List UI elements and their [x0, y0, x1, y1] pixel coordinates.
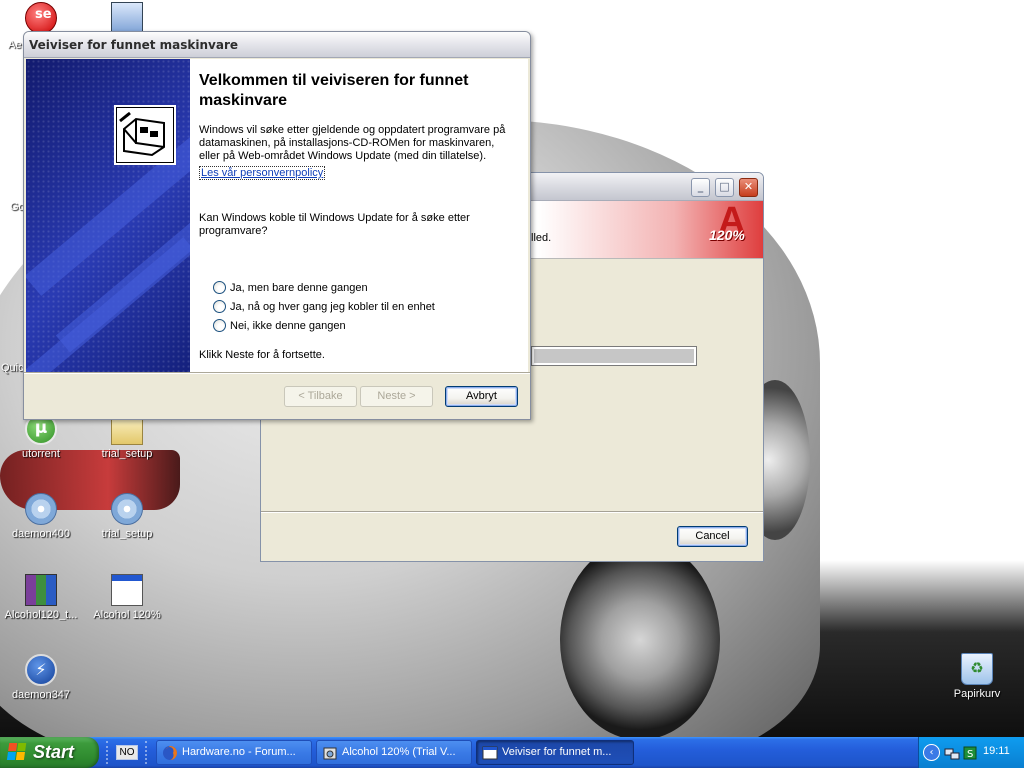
security-icon[interactable]: S — [962, 745, 978, 761]
desktop-icon-label: daemon400 — [11, 528, 71, 540]
alcohol-cancel-button[interactable]: Cancel — [677, 526, 748, 547]
divider — [261, 511, 763, 513]
desktop-icon-label: utorrent — [22, 448, 60, 460]
alcohol-120-logo: A 120% — [705, 200, 759, 256]
desktop-icon-label: Alcohol 120% — [93, 609, 161, 621]
desktop-icon-alcohol-archive[interactable]: Alcohol120_t... — [0, 574, 82, 621]
desktop-icon-utorrent[interactable]: utorrent — [0, 413, 82, 460]
network-icon[interactable] — [944, 745, 960, 761]
system-tray: ‹ S 19:11 — [918, 737, 1024, 768]
radio-button[interactable] — [213, 300, 226, 313]
toolbar-grip[interactable] — [145, 741, 148, 764]
radio-button[interactable] — [213, 281, 226, 294]
application-window-icon — [111, 574, 143, 606]
se-app-icon — [25, 2, 57, 34]
taskbar-button-label: Hardware.no - Forum... — [182, 746, 296, 758]
taskbar-button-firefox[interactable]: Hardware.no - Forum... — [156, 740, 312, 765]
radio-label: Ja, nå og hver gang jeg kobler til en en… — [230, 300, 435, 313]
daemon-tools-icon — [25, 493, 57, 525]
wizard-content: Velkommen til veiviseren for funnet mask… — [190, 59, 528, 372]
divider — [24, 372, 530, 374]
radio-label: Nei, ikke denne gangen — [230, 319, 346, 332]
partial-icon-label: Quic — [1, 362, 24, 374]
wizard-side-banner — [26, 59, 190, 372]
radio-option-yes-once[interactable]: Ja, men bare denne gangen — [213, 281, 368, 294]
hardware-card-glyph — [119, 111, 165, 157]
wizard-heading: Velkommen til veiviseren for funnet mask… — [199, 72, 469, 109]
flag-segment — [15, 752, 25, 760]
desktop-icon-daemon347[interactable]: daemon347 — [0, 654, 82, 701]
taskbar-button-alcohol[interactable]: Alcohol 120% (Trial V... — [316, 740, 472, 765]
flag-segment — [8, 743, 18, 751]
desktop-icon-label: daemon347 — [11, 689, 71, 701]
desktop-icon-label: Papirkurv — [953, 688, 1001, 700]
desktop-icon-label: trial_setup — [101, 448, 153, 460]
privacy-policy-link[interactable]: Les vår personvernpolicy — [199, 166, 326, 180]
radio-label: Ja, men bare denne gangen — [230, 281, 368, 294]
radio-button[interactable] — [213, 319, 226, 332]
clock[interactable]: 19:11 — [983, 745, 1010, 757]
found-new-hardware-wizard: Veiviser for funnet maskinvare Velkommen… — [23, 31, 531, 420]
winrar-archive-icon — [25, 574, 57, 606]
wizard-question-text: Kan Windows koble til Windows Update for… — [199, 212, 470, 237]
desktop-icon-recycle-bin[interactable]: Papirkurv — [936, 653, 1018, 700]
back-button[interactable]: < Tilbake — [284, 386, 357, 407]
install-progress-fill — [534, 349, 694, 363]
radio-option-no[interactable]: Nei, ikke denne gangen — [213, 319, 346, 332]
partial-icon-label: Ae — [8, 39, 22, 51]
wizard-intro-text: Windows vil søke etter gjeldende og oppd… — [199, 124, 506, 162]
application-tool-icon — [111, 2, 143, 34]
desktop-icon-trial-setup-2[interactable]: trial_setup — [86, 493, 168, 540]
radio-option-yes-always[interactable]: Ja, nå og hver gang jeg kobler til en en… — [213, 300, 435, 313]
maximize-button[interactable]: □ — [715, 178, 734, 197]
cancel-button[interactable]: Avbryt — [445, 386, 518, 407]
firefox-icon — [163, 746, 177, 760]
start-label: Start — [33, 742, 75, 762]
taskbar-button-label: Alcohol 120% (Trial V... — [342, 746, 456, 758]
desktop-icon-label: trial_setup — [101, 528, 153, 540]
flag-segment — [6, 752, 16, 760]
setup-cd-icon — [111, 493, 143, 525]
windows-logo-icon — [6, 743, 28, 761]
wallpaper-front-wheel — [560, 540, 720, 737]
taskbar: Start NO Hardware.no - Forum... Alcohol … — [0, 737, 1024, 768]
alcohol-logo-text: 120% — [709, 227, 745, 243]
wizard-title: Veiviser for funnet maskinvare — [29, 38, 239, 52]
minimize-button[interactable]: _ — [691, 178, 710, 197]
svg-text:S: S — [967, 749, 973, 760]
desktop-icon-alcohol-120[interactable]: Alcohol 120% — [86, 574, 168, 621]
wizard-titlebar[interactable]: Veiviser for funnet maskinvare — [24, 32, 530, 58]
alcohol-setup-icon — [323, 747, 337, 760]
desktop-icon-daemon400[interactable]: daemon400 — [0, 493, 82, 540]
close-button[interactable]: ✕ — [739, 178, 758, 197]
taskbar-button-label: Veiviser for funnet m... — [502, 746, 612, 758]
start-button[interactable]: Start — [0, 737, 99, 768]
desktop-icon-trial-setup[interactable]: trial_setup — [86, 413, 168, 460]
alcohol-header-text: lled. — [531, 232, 552, 244]
language-indicator[interactable]: NO — [116, 745, 138, 760]
flag-segment — [17, 743, 27, 751]
expand-tray-icon[interactable]: ‹ — [923, 744, 940, 761]
install-progress-bar — [531, 346, 697, 366]
daemon-lightning-icon — [25, 654, 57, 686]
taskbar-button-wizard[interactable]: Veiviser for funnet m... — [476, 740, 634, 765]
wizard-continue-text: Klikk Neste for å fortsette. — [199, 349, 325, 361]
next-button[interactable]: Neste > — [360, 386, 433, 407]
wizard-window-icon — [482, 746, 498, 760]
toolbar-grip[interactable] — [106, 741, 109, 764]
hardware-card-icon — [114, 105, 176, 165]
recycle-bin-icon — [961, 653, 993, 685]
desktop-icon-label: Alcohol120_t... — [4, 609, 78, 621]
